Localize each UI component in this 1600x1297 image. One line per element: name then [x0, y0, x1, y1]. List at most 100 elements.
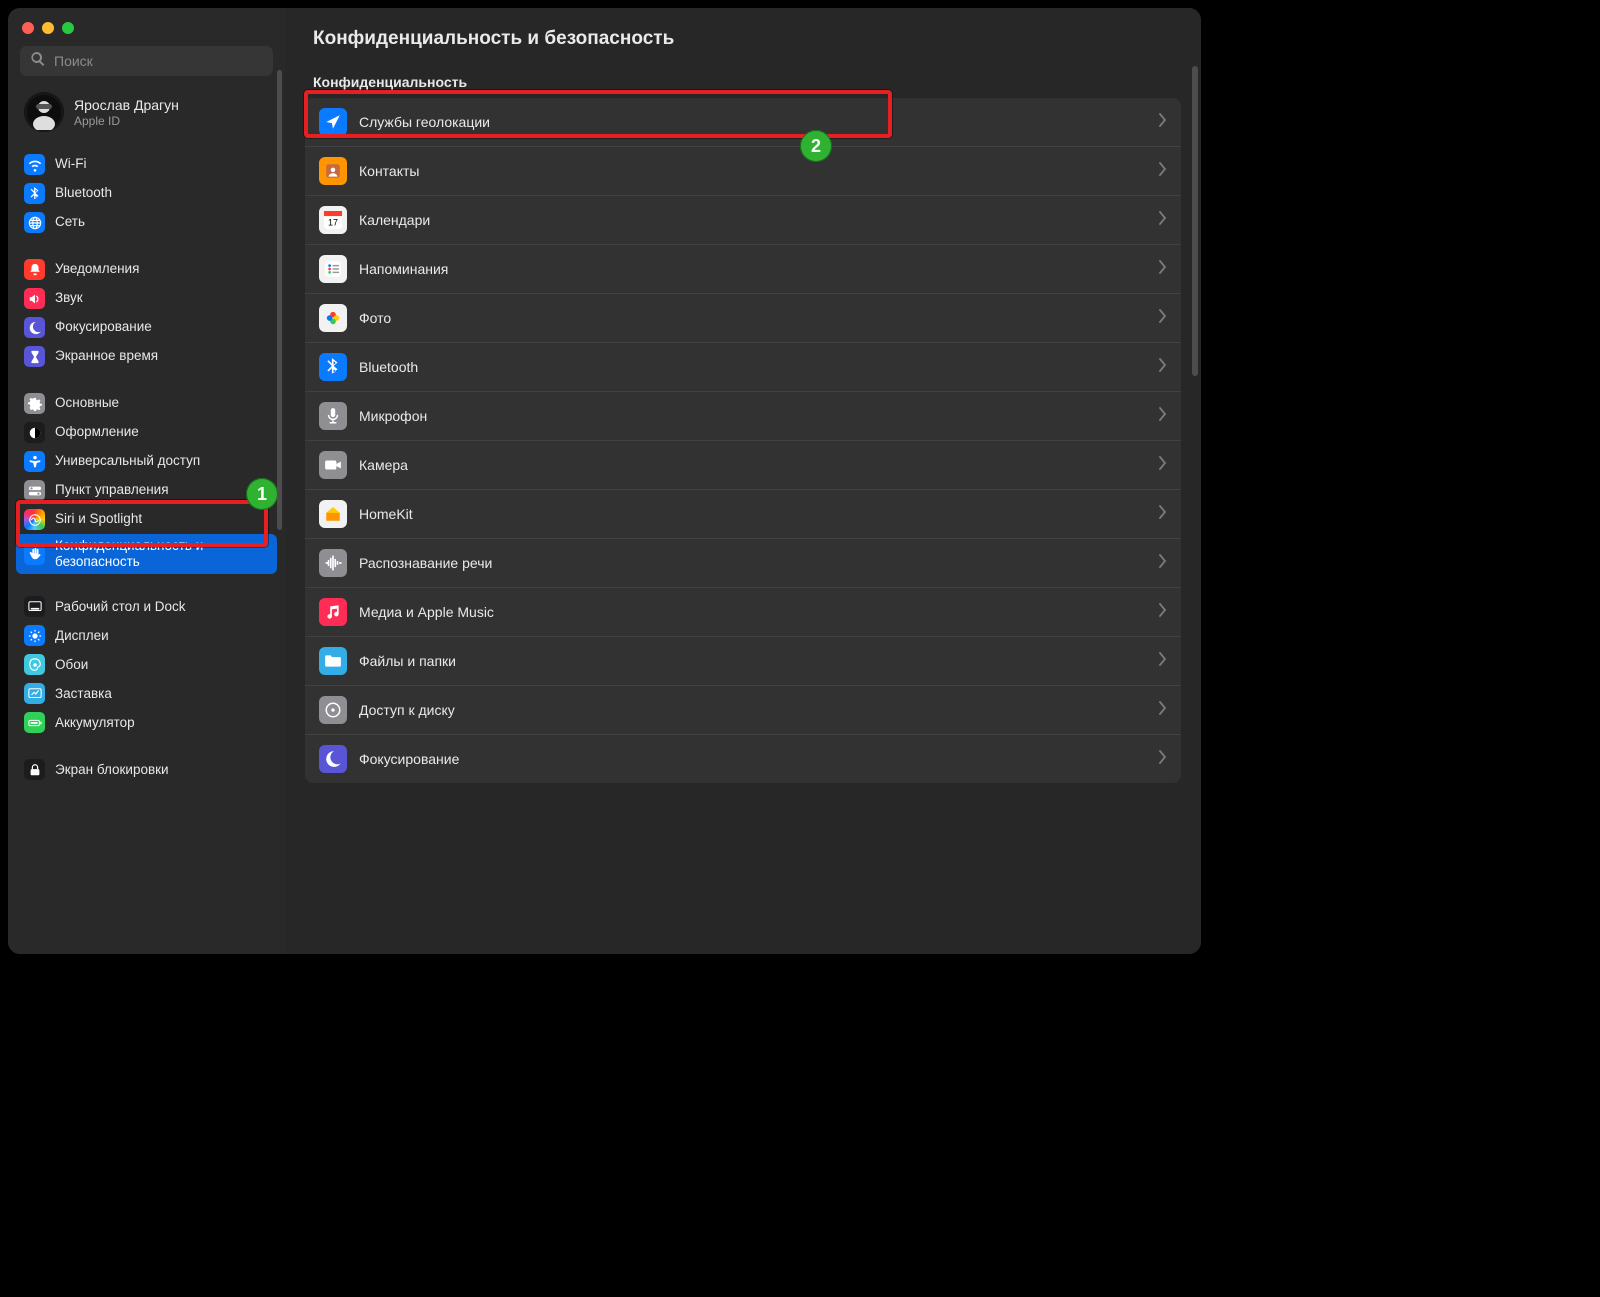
sidebar-item-moon[interactable]: Фокусирование: [16, 313, 277, 342]
privacy-row-label: Медиа и Apple Music: [359, 604, 1147, 620]
wallpaper-icon: [24, 654, 45, 675]
sidebar-item-appearance[interactable]: Оформление: [16, 418, 277, 447]
privacy-row-camera[interactable]: Камера: [305, 441, 1181, 490]
sidebar-item-label: Рабочий стол и Dock: [55, 599, 269, 615]
privacy-row-location[interactable]: Службы геолокации: [305, 98, 1181, 147]
sidebar-item-bell[interactable]: Уведомления: [16, 255, 277, 284]
sidebar: Ярослав Драгун Apple ID Wi-Fi Bluetooth …: [8, 8, 285, 954]
folder-icon: [319, 647, 347, 675]
sidebar-item-label: Универсальный доступ: [55, 453, 269, 469]
privacy-row-label: Службы геолокации: [359, 114, 1147, 130]
chevron-right-icon: [1159, 260, 1167, 279]
apple-id-account[interactable]: Ярослав Драгун Apple ID: [8, 86, 285, 146]
search-input[interactable]: [54, 53, 263, 69]
sidebar-item-label: Обои: [55, 657, 269, 673]
home-icon: [319, 500, 347, 528]
privacy-row-folder[interactable]: Файлы и папки: [305, 637, 1181, 686]
sidebar-item-display[interactable]: Дисплеи: [16, 621, 277, 650]
sidebar-item-dock[interactable]: Рабочий стол и Dock: [16, 592, 277, 621]
location-icon: [319, 108, 347, 136]
sidebar-item-hourglass[interactable]: Экранное время: [16, 342, 277, 371]
close-window-button[interactable]: [22, 22, 34, 34]
privacy-row-label: Фото: [359, 310, 1147, 326]
hourglass-icon: [24, 346, 45, 367]
appearance-icon: [24, 422, 45, 443]
chevron-right-icon: [1159, 456, 1167, 475]
sidebar-item-lock[interactable]: Экран блокировки: [16, 755, 277, 784]
sidebar-item-gear[interactable]: Основные: [16, 389, 277, 418]
page-title: Конфиденциальность и безопасность: [313, 28, 1173, 50]
chevron-right-icon: [1159, 358, 1167, 377]
search-field[interactable]: [20, 46, 273, 76]
screensaver-icon: [24, 683, 45, 704]
main-scrollbar[interactable]: [1192, 66, 1198, 376]
sidebar-item-wallpaper[interactable]: Обои: [16, 650, 277, 679]
privacy-row-disk[interactable]: Доступ к диску: [305, 686, 1181, 735]
globe-icon: [24, 212, 45, 233]
accessibility-icon: [24, 451, 45, 472]
switches-icon: [24, 480, 45, 501]
privacy-row-mic[interactable]: Микрофон: [305, 392, 1181, 441]
privacy-row-label: Календари: [359, 212, 1147, 228]
sidebar-item-label: Оформление: [55, 424, 269, 440]
privacy-row-music[interactable]: Медиа и Apple Music: [305, 588, 1181, 637]
sidebar-item-label: Аккумулятор: [55, 715, 269, 731]
privacy-row-bluetooth[interactable]: Bluetooth: [305, 343, 1181, 392]
minimize-window-button[interactable]: [42, 22, 54, 34]
window-controls: [8, 8, 285, 42]
fullscreen-window-button[interactable]: [62, 22, 74, 34]
reminders-icon: [319, 255, 347, 283]
bluetooth-icon: [24, 183, 45, 204]
sidebar-item-label: Конфиденциальность и безопасность: [55, 538, 269, 570]
main-panel: Конфиденциальность и безопасность Конфид…: [285, 8, 1201, 954]
privacy-row-calendar[interactable]: 17 Календари: [305, 196, 1181, 245]
privacy-row-reminders[interactable]: Напоминания: [305, 245, 1181, 294]
privacy-row-moon[interactable]: Фокусирование: [305, 735, 1181, 783]
sidebar-item-siri[interactable]: Siri и Spotlight: [16, 505, 277, 534]
sidebar-item-label: Основные: [55, 395, 269, 411]
privacy-row-waveform[interactable]: Распознавание речи: [305, 539, 1181, 588]
sidebar-item-accessibility[interactable]: Универсальный доступ: [16, 447, 277, 476]
bell-icon: [24, 259, 45, 280]
privacy-row-photos[interactable]: Фото: [305, 294, 1181, 343]
chevron-right-icon: [1159, 554, 1167, 573]
privacy-list-wrap[interactable]: Службы геолокации Контакты 17 Календари …: [285, 98, 1201, 954]
sidebar-item-wifi[interactable]: Wi-Fi: [16, 150, 277, 179]
search-icon: [30, 51, 46, 72]
moon-icon: [319, 745, 347, 773]
sidebar-item-switches[interactable]: Пункт управления: [16, 476, 277, 505]
sidebar-scrollbar[interactable]: [277, 70, 282, 530]
privacy-row-label: Фокусирование: [359, 751, 1147, 767]
section-title: Конфиденциальность: [285, 62, 1201, 98]
sidebar-item-bluetooth[interactable]: Bluetooth: [16, 179, 277, 208]
privacy-row-label: Распознавание речи: [359, 555, 1147, 571]
privacy-row-label: Камера: [359, 457, 1147, 473]
sidebar-item-label: Сеть: [55, 214, 269, 230]
account-name: Ярослав Драгун: [74, 97, 179, 113]
hand-icon: [24, 544, 45, 565]
chevron-right-icon: [1159, 211, 1167, 230]
privacy-row-label: Доступ к диску: [359, 702, 1147, 718]
sidebar-item-hand[interactable]: Конфиденциальность и безопасность: [16, 534, 277, 574]
privacy-row-home[interactable]: HomeKit: [305, 490, 1181, 539]
sidebar-list[interactable]: Wi-Fi Bluetooth Сеть Уведомления Звук Фо…: [8, 146, 285, 954]
svg-text:17: 17: [328, 218, 338, 228]
privacy-row-label: Микрофон: [359, 408, 1147, 424]
gear-icon: [24, 393, 45, 414]
sidebar-item-battery[interactable]: Аккумулятор: [16, 708, 277, 737]
privacy-row-contacts[interactable]: Контакты: [305, 147, 1181, 196]
sidebar-item-label: Wi-Fi: [55, 156, 269, 172]
chevron-right-icon: [1159, 603, 1167, 622]
sidebar-item-screensaver[interactable]: Заставка: [16, 679, 277, 708]
sidebar-item-label: Пункт управления: [55, 482, 269, 498]
privacy-row-label: Bluetooth: [359, 359, 1147, 375]
privacy-list: Службы геолокации Контакты 17 Календари …: [305, 98, 1181, 783]
account-text: Ярослав Драгун Apple ID: [74, 97, 179, 128]
sidebar-item-speaker[interactable]: Звук: [16, 284, 277, 313]
wifi-icon: [24, 154, 45, 175]
sidebar-item-label: Экран блокировки: [55, 762, 269, 778]
moon-icon: [24, 317, 45, 338]
privacy-row-label: Файлы и папки: [359, 653, 1147, 669]
photos-icon: [319, 304, 347, 332]
sidebar-item-globe[interactable]: Сеть: [16, 208, 277, 237]
